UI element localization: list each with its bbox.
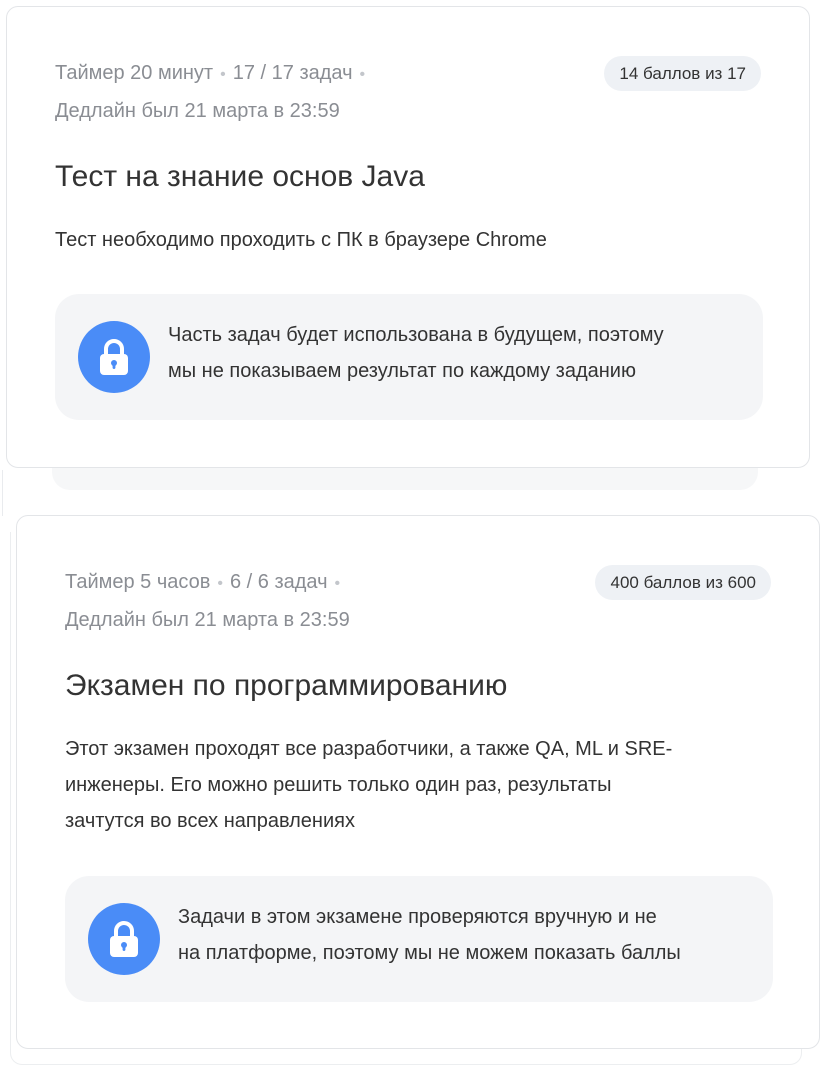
description-line: Этот экзамен проходят все разработчики, … bbox=[65, 738, 673, 760]
task-count: 17 / 17 задач bbox=[232, 62, 353, 84]
card-meta: Таймер 5 часов • 6 / 6 задач • Дедлайн был … bbox=[65, 564, 350, 638]
separator-dot: • bbox=[217, 575, 223, 592]
description-line: инженеры. Его можно решить только один р… bbox=[65, 774, 612, 796]
stacked-card-edge bbox=[10, 1048, 802, 1065]
notice-line: Часть задач будет использована в будущем… bbox=[168, 324, 664, 346]
deadline-label: Дедлайн был 21 марта в 23:59 bbox=[55, 100, 340, 122]
deadline-label: Дедлайн был 21 марта в 23:59 bbox=[65, 609, 350, 631]
lock-icon bbox=[88, 903, 160, 975]
notice-line: мы не показываем результат по каждому за… bbox=[168, 360, 636, 382]
background-edge bbox=[10, 532, 11, 1052]
task-count: 6 / 6 задач bbox=[229, 571, 328, 593]
description-line: зачтутся во всех направлениях bbox=[65, 810, 355, 832]
notice-text: Часть задач будет использована в будущем… bbox=[168, 317, 748, 389]
card-description: Тест необходимо проходить с ПК в браузер… bbox=[55, 229, 547, 251]
timer-label: Таймер 5 часов bbox=[65, 571, 211, 593]
background-edge bbox=[2, 470, 3, 516]
separator-dot: • bbox=[359, 66, 366, 83]
test-card-java[interactable]: Таймер 20 минут • 17 / 17 задач • Дедлайн б… bbox=[6, 6, 810, 468]
card-description: Этот экзамен проходят все разработчики, … bbox=[65, 731, 765, 839]
card-meta: Таймер 20 минут • 17 / 17 задач • Дедлайн б… bbox=[55, 55, 372, 129]
notice-line: на платформе, поэтому мы не можем показа… bbox=[178, 942, 681, 964]
separator-dot: • bbox=[220, 66, 226, 83]
card-title[interactable]: Тест на знание основ Java bbox=[55, 157, 425, 197]
card-title[interactable]: Экзамен по программированию bbox=[65, 666, 507, 706]
timer-label: Таймер 20 минут bbox=[55, 62, 214, 84]
lock-icon bbox=[78, 321, 150, 393]
info-notice: Задачи в этом экзамене проверяются вручн… bbox=[65, 876, 773, 1002]
score-badge: 400 баллов из 600 bbox=[595, 565, 771, 600]
info-notice: Часть задач будет использована в будущем… bbox=[55, 294, 763, 420]
score-badge: 14 баллов из 17 bbox=[604, 56, 761, 91]
separator-dot: • bbox=[334, 575, 341, 592]
notice-text: Задачи в этом экзамене проверяются вручн… bbox=[178, 899, 758, 971]
exam-list: Таймер 20 минут • 17 / 17 задач • Дедлайн б… bbox=[0, 0, 821, 1072]
exam-card-programming[interactable]: Таймер 5 часов • 6 / 6 задач • Дедлайн был … bbox=[16, 515, 820, 1049]
notice-line: Задачи в этом экзамене проверяются вручн… bbox=[178, 906, 657, 928]
